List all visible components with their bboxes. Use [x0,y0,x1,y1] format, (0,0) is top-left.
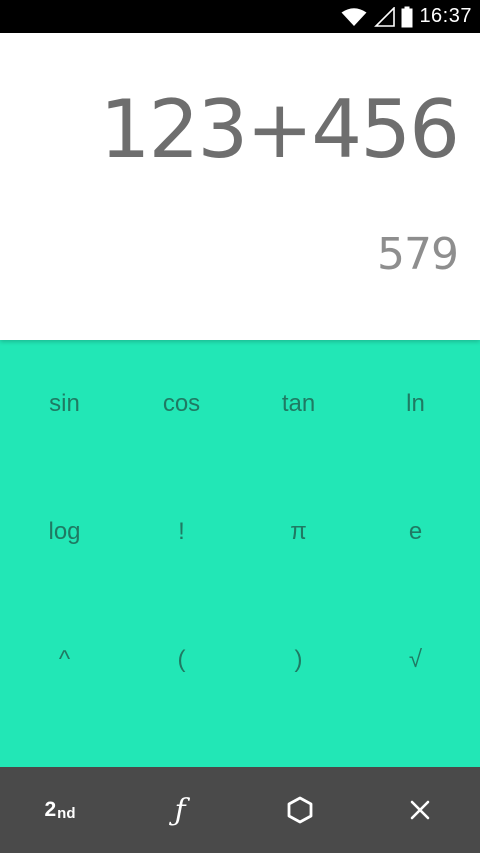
close-icon [409,799,431,821]
status-time: 16:37 [419,5,472,27]
calculator-screen: 16:37 123+456 579 sin cos tan ln log ! π… [0,0,480,853]
key-e[interactable]: e [357,468,474,596]
calculator-display: 123+456 579 [0,33,480,340]
bottom-toolbar: 2nd ƒ [0,767,480,853]
formula-field[interactable]: 123+456 [100,83,460,176]
cell-signal-icon [373,6,396,27]
key-pi[interactable]: π [240,468,357,596]
function-icon: ƒ [174,792,186,828]
key-ln[interactable]: ln [357,340,474,468]
key-right-paren[interactable]: ) [240,596,357,724]
status-bar: 16:37 [0,0,480,33]
key-left-paren[interactable]: ( [123,596,240,724]
advanced-pad: sin cos tan ln log ! π e ^ ( ) √ [0,340,480,767]
key-sin[interactable]: sin [6,340,123,468]
hexagon-icon [287,796,313,824]
close-button[interactable] [360,767,480,853]
hexagon-button[interactable] [240,767,360,853]
key-power[interactable]: ^ [6,596,123,724]
advanced-pad-grid: sin cos tan ln log ! π e ^ ( ) √ [6,340,474,726]
battery-icon [401,6,413,28]
key-factorial[interactable]: ! [123,468,240,596]
function-button[interactable]: ƒ [120,767,240,853]
second-function-label: 2nd [44,798,76,822]
key-log[interactable]: log [6,468,123,596]
status-icons: 16:37 [341,0,472,33]
result-field[interactable]: 579 [377,229,459,280]
key-tan[interactable]: tan [240,340,357,468]
key-sqrt[interactable]: √ [357,596,474,724]
wifi-icon [341,7,367,27]
key-cos[interactable]: cos [123,340,240,468]
second-function-button[interactable]: 2nd [0,767,120,853]
